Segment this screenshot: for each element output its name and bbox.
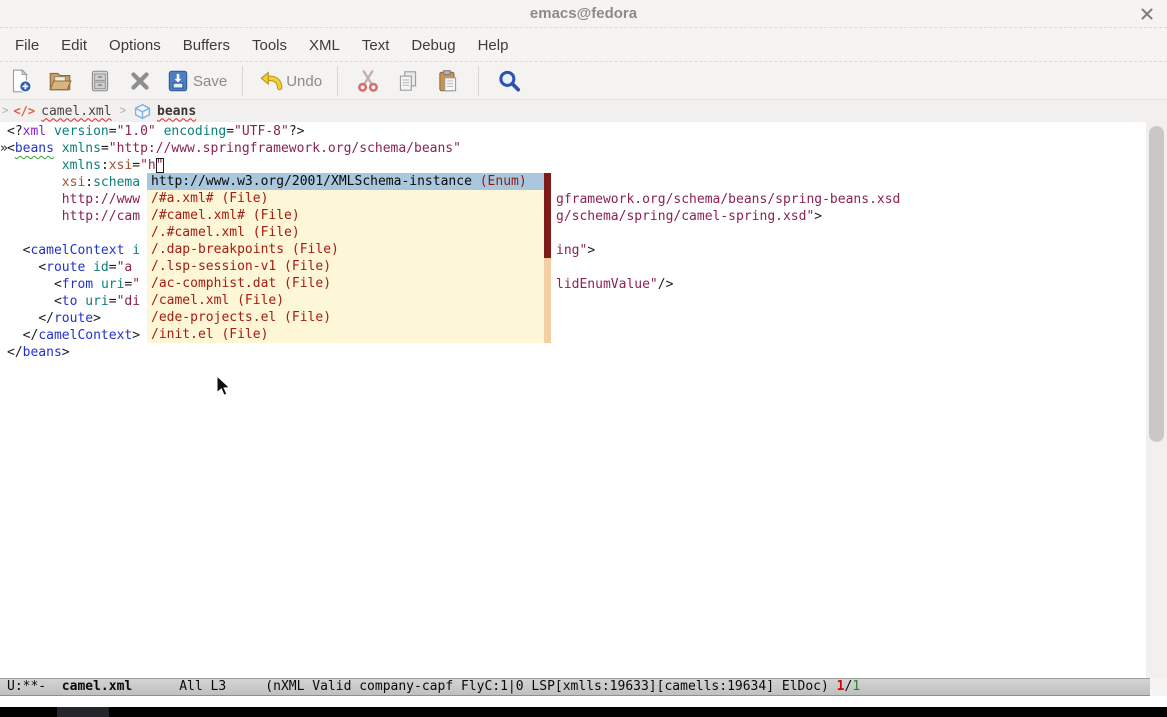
desktop-background (0, 707, 1167, 717)
paste-icon (435, 68, 461, 94)
completion-item[interactable]: /#a.xml# (File) (147, 190, 551, 207)
code-fragment-right: lidEnumValue"/> (556, 276, 673, 293)
titlebar: emacs@fedora (0, 0, 1167, 28)
close-buffer-button[interactable] (120, 65, 160, 97)
breadcrumb-scroll-indicator: > (0, 105, 13, 117)
breadcrumb: > </> camel.xml > beans (0, 100, 1167, 122)
editor-scrollbar-track[interactable] (1146, 122, 1167, 678)
menu-item-text[interactable]: Text (351, 33, 401, 58)
code-line: </beans> (0, 344, 1146, 361)
completion-item[interactable]: /init.el (File) (147, 326, 551, 343)
modeline: U:**- camel.xml All L3 (nXML Valid compa… (0, 678, 1150, 696)
menu-item-xml[interactable]: XML (298, 33, 351, 58)
element-cube-icon (134, 103, 151, 120)
completion-item[interactable]: /camel.xml (File) (147, 292, 551, 309)
completion-item[interactable]: /ac-comphist.dat (File) (147, 275, 551, 292)
menu-item-options[interactable]: Options (98, 33, 172, 58)
code-line: xmlns:xsi="h" (0, 157, 1146, 174)
modeline-line-total: 1 (852, 679, 860, 694)
code-line: <?xml version="1.0" encoding="UTF-8"?> (0, 123, 1146, 140)
completion-item[interactable]: /#camel.xml# (File) (147, 207, 551, 224)
save-icon (165, 68, 191, 94)
menu-item-file[interactable]: File (4, 33, 50, 58)
save-button-label: Save (193, 73, 227, 90)
desktop-window-fragment (57, 707, 109, 717)
editor-scrollbar-thumb[interactable] (1149, 126, 1164, 442)
completion-item[interactable]: /.lsp-session-v1 (File) (147, 258, 551, 275)
undo-button-label: Undo (286, 73, 322, 90)
xml-file-icon: </> (13, 104, 35, 118)
cut-icon (355, 68, 381, 94)
copy-icon (395, 68, 421, 94)
dired-button[interactable] (80, 65, 120, 97)
undo-button[interactable]: Undo (253, 65, 327, 97)
code-line: »<beans xmlns="http://www.springframewor… (0, 140, 1146, 157)
menu-item-debug[interactable]: Debug (400, 33, 466, 58)
modeline-flags: U:**- (7, 679, 62, 694)
toolbar-separator (478, 66, 479, 96)
menu-item-tools[interactable]: Tools (241, 33, 298, 58)
open-file-icon (47, 68, 73, 94)
breadcrumb-separator: > (112, 105, 134, 117)
save-button[interactable]: Save (160, 65, 232, 97)
close-buffer-icon (127, 68, 153, 94)
mouse-cursor (215, 375, 231, 402)
paste-button[interactable] (428, 65, 468, 97)
file-cabinet-icon (87, 68, 113, 94)
code-fragment-right: ing"> (556, 242, 595, 259)
fringe-marker: » (0, 140, 8, 157)
toolbar: Save Undo (0, 63, 1167, 100)
toolbar-separator (242, 66, 243, 96)
copy-button[interactable] (388, 65, 428, 97)
new-file-icon (7, 68, 33, 94)
breadcrumb-file[interactable]: camel.xml (41, 104, 111, 119)
cut-button[interactable] (348, 65, 388, 97)
modeline-buffer-name[interactable]: camel.xml (62, 679, 132, 694)
undo-icon (258, 68, 284, 94)
completion-list: http://www.w3.org/2001/XMLSchema-instanc… (147, 173, 551, 343)
menu-item-edit[interactable]: Edit (50, 33, 98, 58)
close-window-button[interactable] (1139, 6, 1155, 22)
completion-popup: http://www.w3.org/2001/XMLSchema-instanc… (147, 173, 551, 343)
modeline-info: All L3 (nXML Valid company-capf FlyC:1|0… (132, 679, 836, 694)
completion-item[interactable]: /ede-projects.el (File) (147, 309, 551, 326)
menu-item-help[interactable]: Help (467, 33, 520, 58)
popup-scrollbar-thumb[interactable] (544, 173, 551, 258)
completion-item[interactable]: /.dap-breakpoints (File) (147, 241, 551, 258)
window-title: emacs@fedora (0, 5, 1167, 22)
close-icon (1139, 6, 1155, 22)
popup-scrollbar-track[interactable] (544, 173, 551, 343)
completion-item[interactable]: http://www.w3.org/2001/XMLSchema-instanc… (147, 173, 551, 190)
search-button[interactable] (489, 65, 529, 97)
code-fragment-right: gframework.org/schema/beans/spring-beans… (556, 191, 900, 208)
menu-item-buffers[interactable]: Buffers (172, 33, 241, 58)
new-file-button[interactable] (0, 65, 40, 97)
breadcrumb-element[interactable]: beans (157, 104, 196, 119)
menubar: FileEditOptionsBuffersToolsXMLTextDebugH… (0, 29, 1167, 62)
echo-area[interactable] (0, 696, 1167, 707)
toolbar-separator (337, 66, 338, 96)
code-fragment-right: g/schema/spring/camel-spring.xsd"> (556, 208, 822, 225)
search-icon (496, 68, 522, 94)
open-file-button[interactable] (40, 65, 80, 97)
completion-item[interactable]: /.#camel.xml (File) (147, 224, 551, 241)
